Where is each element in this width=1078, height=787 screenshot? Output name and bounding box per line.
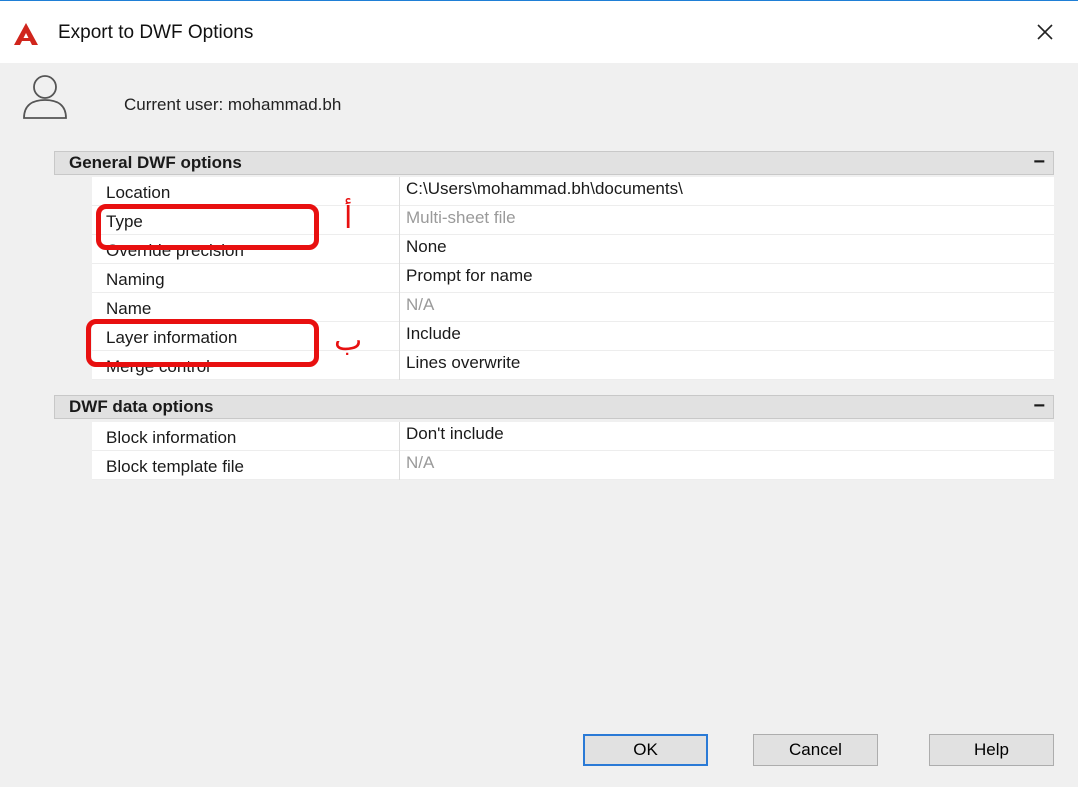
property-value: N/A — [406, 453, 435, 472]
property-value[interactable]: Lines overwrite — [406, 351, 520, 380]
help-button[interactable]: Help — [929, 734, 1054, 766]
user-icon — [23, 75, 67, 119]
property-name: Name — [92, 293, 400, 322]
title-bar[interactable]: Export to DWF Options — [0, 1, 1078, 63]
property-row-location[interactable]: Location C:\Users\mohammad.bh\documents\ — [92, 177, 1054, 206]
section-title: General DWF options — [69, 153, 242, 172]
collapse-toggle[interactable]: − — [1033, 396, 1045, 416]
window-title: Export to DWF Options — [58, 22, 254, 43]
highlight-box-layer-information — [86, 319, 319, 367]
close-icon[interactable] — [1030, 17, 1060, 47]
section-header-data[interactable]: DWF data options − — [54, 395, 1054, 419]
section-title: DWF data options — [69, 397, 214, 416]
property-row-block-template-file[interactable]: Block template file N/A — [92, 451, 1054, 480]
property-name: Block information — [92, 422, 400, 451]
cancel-button[interactable]: Cancel — [753, 734, 878, 766]
section-gutter — [54, 175, 92, 400]
property-value[interactable]: C:\Users\mohammad.bh\documents\ — [406, 177, 683, 206]
property-row-name[interactable]: Name N/A — [92, 293, 1054, 322]
property-value[interactable]: None — [406, 235, 447, 264]
export-dwf-dialog: Export to DWF Options Current user: moha… — [0, 0, 1078, 787]
property-row-naming[interactable]: Naming Prompt for name — [92, 264, 1054, 293]
highlight-box-type — [96, 204, 319, 250]
ok-button[interactable]: OK — [583, 734, 708, 766]
property-name: Location — [92, 177, 400, 206]
section-gutter — [54, 421, 92, 483]
property-name: Naming — [92, 264, 400, 293]
collapse-toggle[interactable]: − — [1033, 152, 1045, 172]
autocad-logo-icon — [14, 23, 38, 45]
annotation-label-b: ب — [334, 323, 363, 358]
section-header-general[interactable]: General DWF options − — [54, 151, 1054, 175]
annotation-label-a: أ — [344, 201, 353, 236]
current-user-label: Current user: mohammad.bh — [124, 95, 342, 114]
property-value: Multi-sheet file — [406, 208, 516, 227]
property-value[interactable]: Prompt for name — [406, 264, 533, 293]
property-value[interactable]: Don't include — [406, 422, 504, 451]
property-row-block-information[interactable]: Block information Don't include — [92, 422, 1054, 451]
property-name: Block template file — [92, 451, 400, 480]
property-value: N/A — [406, 295, 435, 314]
property-value[interactable]: Include — [406, 322, 461, 351]
